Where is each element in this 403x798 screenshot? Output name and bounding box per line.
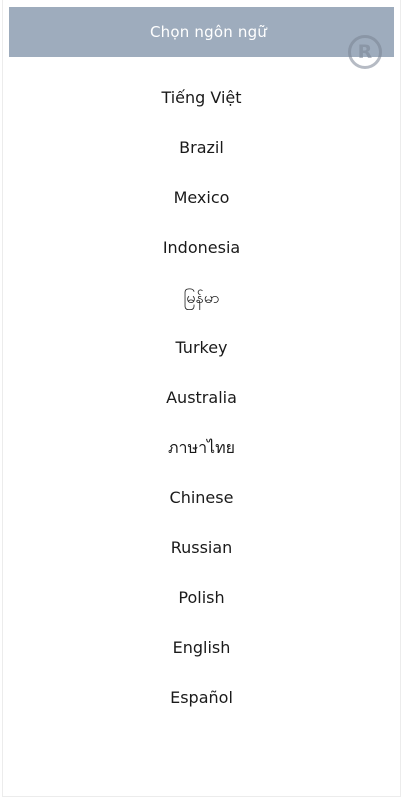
language-item-russian[interactable]: Russian [0, 523, 403, 573]
language-item-thai[interactable]: ภาษาไทย [0, 423, 403, 473]
language-item-turkey[interactable]: Turkey [0, 323, 403, 373]
language-item-mexico[interactable]: Mexico [0, 173, 403, 223]
language-item-australia[interactable]: Australia [0, 373, 403, 423]
header-title: Chọn ngôn ngữ [149, 23, 268, 41]
language-item-english[interactable]: English [0, 623, 403, 673]
language-item-spanish[interactable]: Español [0, 673, 403, 723]
dialog-header: Chọn ngôn ngữ R [9, 7, 394, 69]
language-item-myanmar[interactable]: မြန်မာ [0, 273, 403, 323]
language-item-vietnamese[interactable]: Tiếng Việt [0, 73, 403, 123]
language-item-indonesia[interactable]: Indonesia [0, 223, 403, 273]
language-item-chinese[interactable]: Chinese [0, 473, 403, 523]
registered-icon: R [348, 35, 382, 69]
language-item-polish[interactable]: Polish [0, 573, 403, 623]
language-list: Tiếng Việt Brazil Mexico Indonesia မြန်မ… [0, 73, 403, 723]
language-item-brazil[interactable]: Brazil [0, 123, 403, 173]
